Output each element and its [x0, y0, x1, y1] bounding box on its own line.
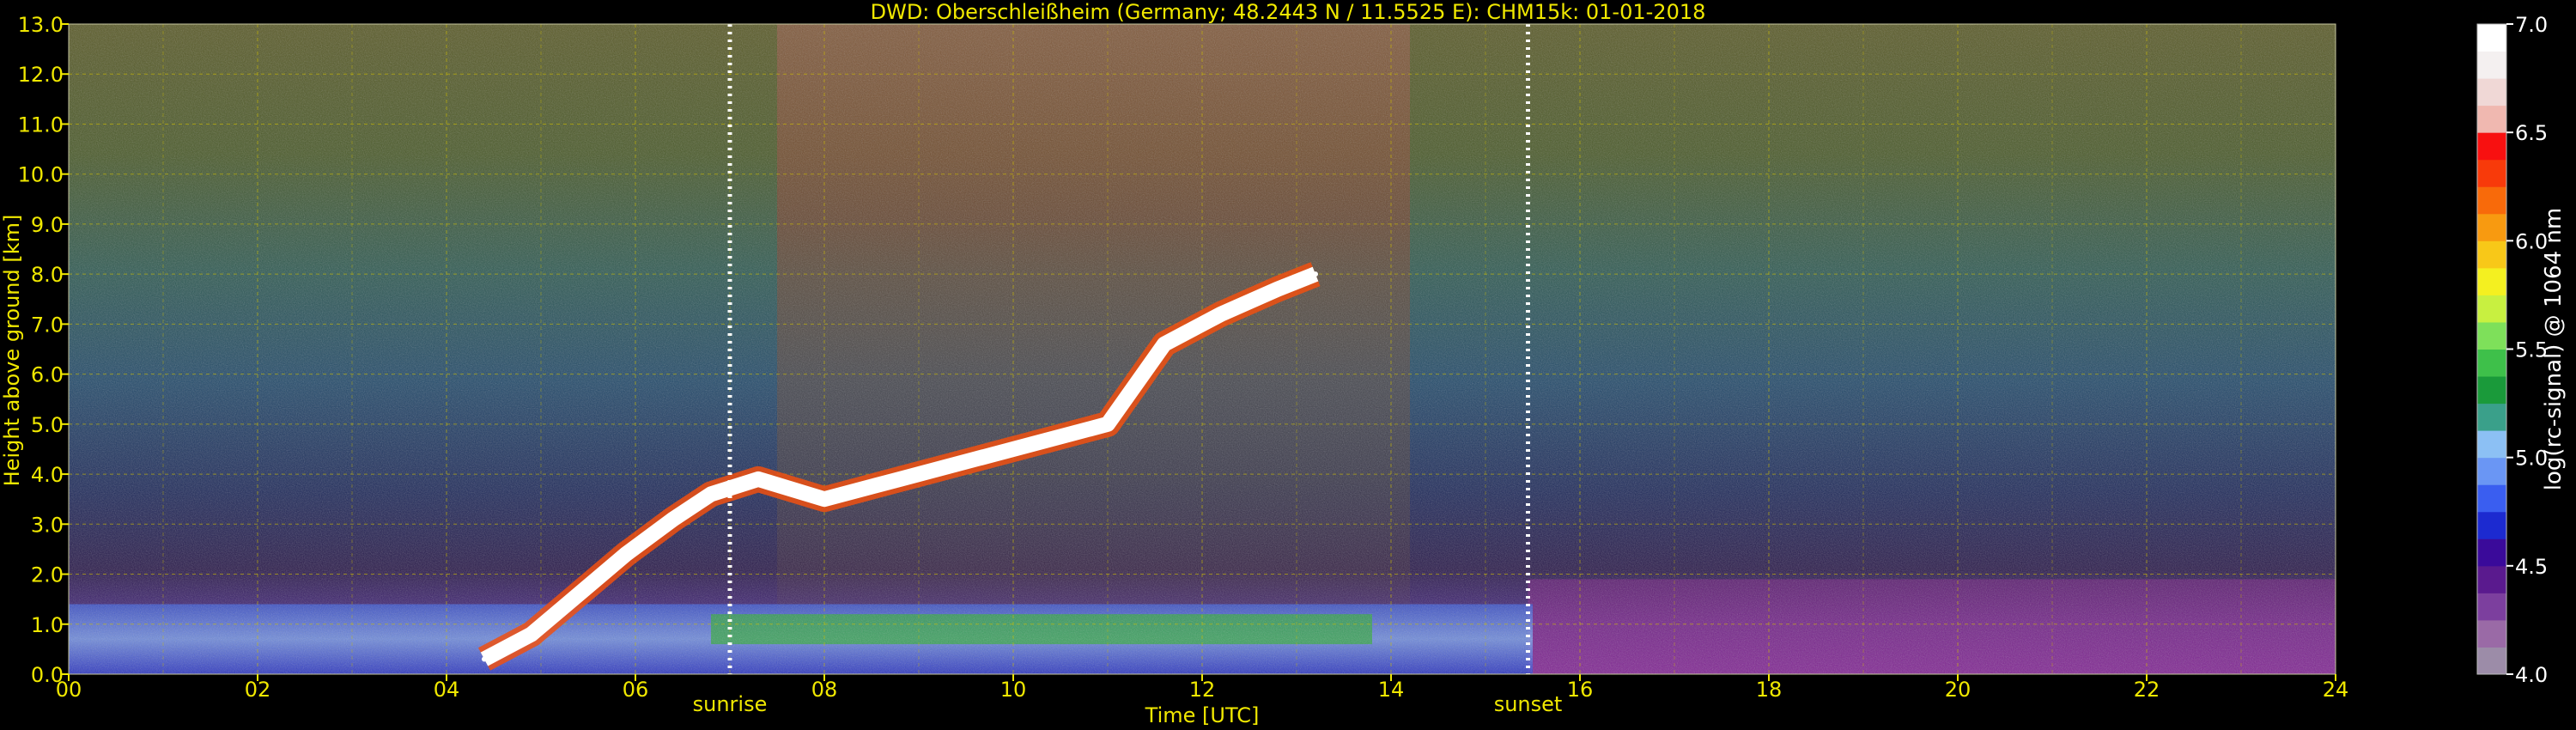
x-tick-label: 20 [1945, 678, 1971, 702]
colorbar-tick-label: 4.0 [2515, 663, 2548, 687]
layer-point [822, 496, 827, 502]
x-tick-label: 02 [245, 678, 271, 702]
layer-point [756, 476, 761, 482]
layer-point [708, 491, 714, 497]
layer-point [576, 591, 581, 597]
layer-point [482, 656, 487, 662]
y-tick-label: 10.0 [18, 163, 64, 187]
colorbar-segment [2477, 186, 2506, 215]
x-tick-label: 24 [2323, 678, 2349, 702]
y-tick-label: 12.0 [18, 63, 64, 87]
x-tick-label: 14 [1378, 678, 1405, 702]
layer-point [1218, 311, 1224, 317]
sunrise-label: sunrise [693, 692, 768, 716]
y-tick-label: 8.0 [31, 263, 64, 287]
layer-point [623, 551, 629, 557]
y-tick-label: 2.0 [31, 563, 64, 587]
colorbar-segment [2477, 132, 2506, 161]
ceilometer-chart: DWD: Oberschleißheim (Germany; 48.2443 N… [0, 0, 2567, 727]
y-axis-ticks: 0.0 1.0 2.0 3.0 4.0 5.0 6.0 7.0 8.0 9.0 10.0 11.0 12… [18, 13, 69, 687]
colorbar-segment [2477, 511, 2506, 539]
x-tick-label: 18 [1756, 678, 1783, 702]
x-tick-label: 10 [1000, 678, 1027, 702]
colorbar-label: log(rc-signal) @ 1064 nm [2541, 208, 2567, 490]
y-tick-label: 0.0 [31, 663, 64, 687]
colorbar-segment [2477, 619, 2506, 648]
sunset-label: sunset [1494, 692, 1563, 716]
layer-point [1275, 286, 1280, 292]
colorbar-segment [2477, 240, 2506, 269]
x-tick-label: 06 [623, 678, 649, 702]
layer-point [671, 516, 676, 522]
y-tick-label: 1.0 [31, 613, 64, 637]
colorbar-segment [2477, 430, 2506, 459]
y-tick-label: 9.0 [31, 213, 64, 237]
layer-point [1105, 421, 1110, 427]
x-tick-label: 16 [1567, 678, 1594, 702]
x-axis-label: Time [UTC] [1145, 703, 1260, 727]
y-tick-label: 5.0 [31, 413, 64, 437]
colorbar-segment [2477, 593, 2506, 621]
y-tick-label: 13.0 [18, 13, 64, 37]
colorbar-segment [2477, 538, 2506, 567]
layer-point [1048, 436, 1054, 442]
y-tick-label: 3.0 [31, 513, 64, 537]
colorbar-tick-label: 4.5 [2515, 555, 2548, 579]
x-tick-label: 12 [1189, 678, 1216, 702]
colorbar-segment [2477, 484, 2506, 513]
layer-point [1313, 271, 1318, 277]
colorbar-segment [2477, 565, 2506, 593]
colorbar-segment [2477, 295, 2506, 323]
colorbar-segment [2477, 267, 2506, 295]
y-axis-label: Height above ground [km] [0, 215, 24, 487]
layer-point [1162, 341, 1167, 347]
colorbar-segment [2477, 457, 2506, 485]
colorbar-tick-label: 7.0 [2515, 13, 2548, 37]
colorbar-segment [2477, 159, 2506, 187]
layer-point [529, 631, 534, 637]
colorbar-segment [2477, 51, 2506, 79]
colorbar-segment [2477, 213, 2506, 241]
colorbar-segment [2477, 376, 2506, 405]
y-tick-label: 11.0 [18, 113, 64, 137]
colorbar-segment [2477, 24, 2506, 52]
x-tick-label: 08 [811, 678, 838, 702]
colorbar [2476, 23, 2507, 675]
colorbar-segment [2477, 105, 2506, 133]
colorbar-tick-label: 6.5 [2515, 121, 2548, 145]
x-tick-label: 22 [2134, 678, 2160, 702]
colorbar-segment [2477, 403, 2506, 431]
colorbar-segment [2477, 321, 2506, 350]
x-tick-label: 04 [434, 678, 460, 702]
layer-point [897, 476, 902, 482]
y-tick-label: 7.0 [31, 313, 64, 337]
y-tick-label: 6.0 [31, 363, 64, 387]
colorbar-segment [2477, 349, 2506, 377]
layer-point [973, 456, 978, 462]
x-axis-ticks: 00 02 04 06 08 10 12 14 16 18 20 22 24 [56, 674, 2349, 702]
y-tick-label: 4.0 [31, 463, 64, 487]
chart-title: DWD: Oberschleißheim (Germany; 48.2443 N… [871, 0, 1706, 24]
colorbar-segment [2477, 78, 2506, 106]
colorbar-segment [2477, 647, 2506, 675]
